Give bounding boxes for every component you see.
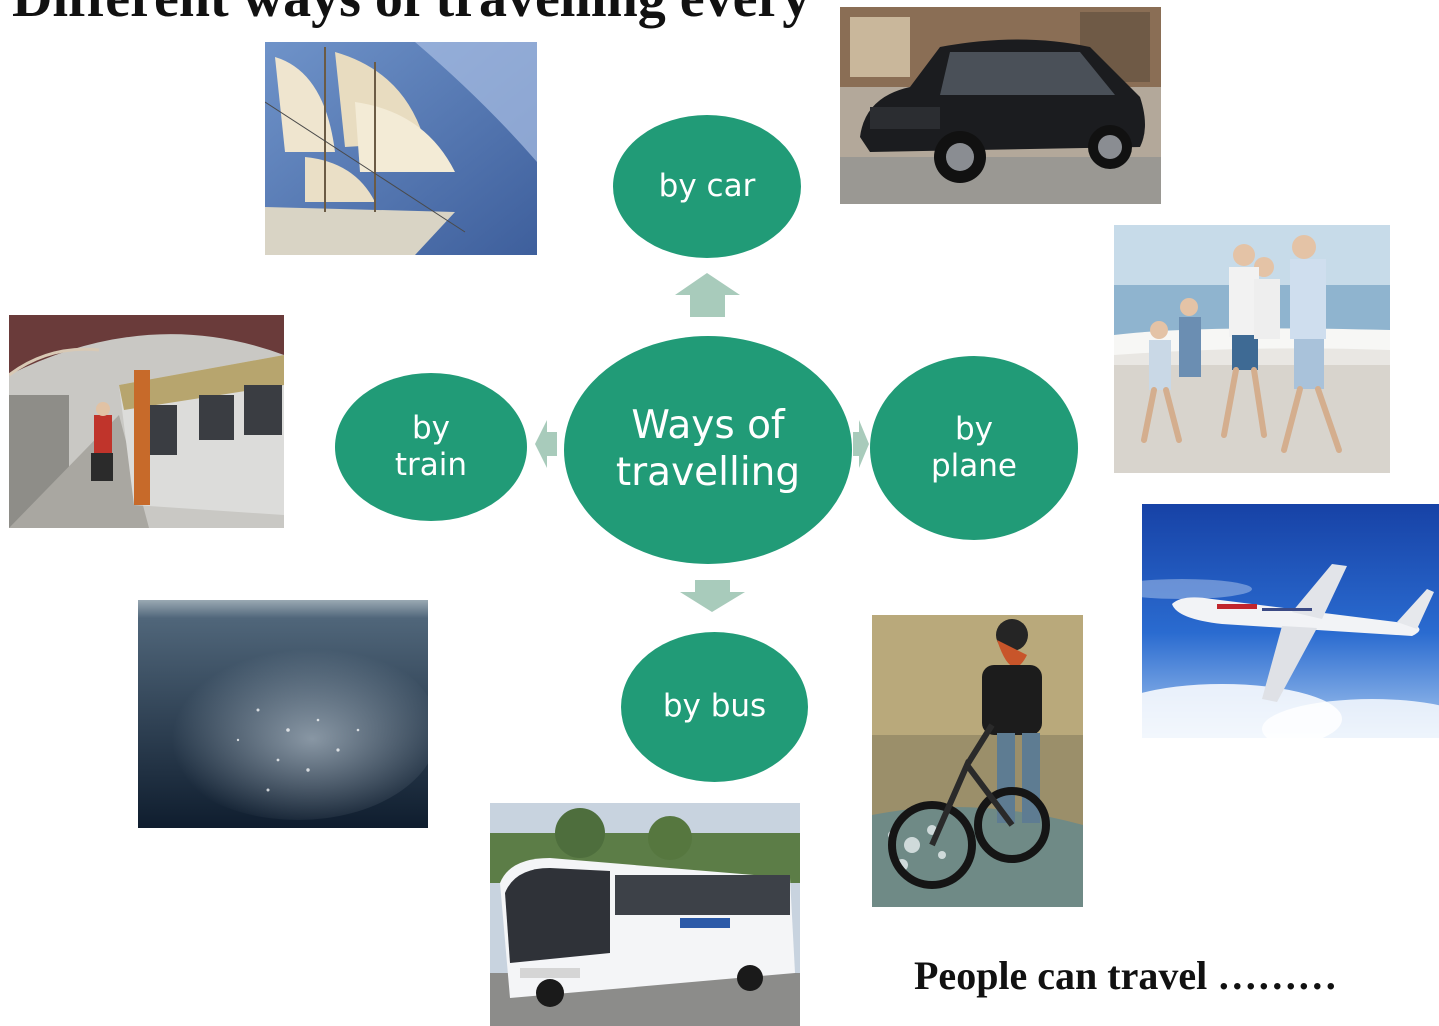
node-by-plane: by plane [870,356,1078,540]
airplane-photo [1142,504,1439,738]
node-by-car: by car [613,115,801,258]
bus-photo [490,803,800,1026]
sea-photo [138,600,428,828]
node-by-car-label: by car [658,167,756,204]
sailing-ship-photo [265,42,537,255]
arrow-left-icon [535,420,557,468]
car-photo [840,7,1161,204]
center-node-label: Ways of travelling [615,403,801,495]
node-by-train: by train [335,373,527,521]
arrow-right-icon [853,420,869,468]
center-node: Ways of travelling [564,336,852,564]
node-by-bus-label: by bus [662,688,767,725]
node-by-plane-label: by plane [930,410,1017,484]
slide: Different ways of travelling every [0,0,1439,1026]
node-by-bus: by bus [621,632,808,782]
node-by-train-label: by train [394,409,468,483]
family-running-photo [1114,225,1390,473]
arrow-up-icon [675,273,740,317]
cyclist-photo [872,615,1083,907]
caption: People can travel ……… [914,953,1338,998]
slide-title: Different ways of travelling every [12,0,810,30]
train-station-photo [9,315,284,528]
arrow-down-icon [680,580,745,612]
